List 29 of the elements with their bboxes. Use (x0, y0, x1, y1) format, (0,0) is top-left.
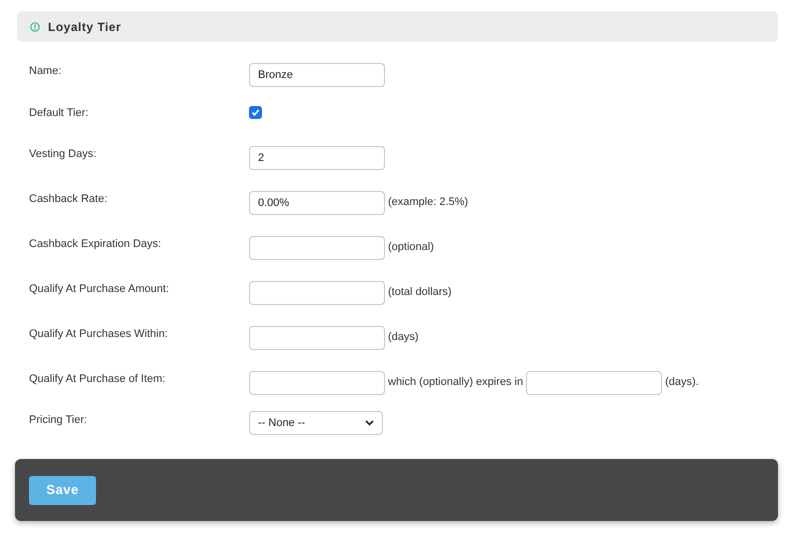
hint-text: (total dollars) (388, 285, 452, 300)
input-field[interactable] (249, 280, 385, 304)
field-label: Cashback Rate: (29, 192, 108, 208)
chevron-down-icon (365, 420, 374, 426)
hint-text: (optional) (388, 240, 434, 256)
input-field[interactable] (249, 236, 385, 260)
panel-title: Loyalty Tier (48, 18, 122, 36)
field-label: Qualify At Purchase of Item: (29, 372, 166, 388)
checkbox[interactable] (249, 106, 262, 118)
input-field[interactable] (249, 370, 385, 394)
field-label: Vesting Days: (29, 147, 98, 162)
input-field[interactable] (526, 370, 662, 394)
field-label: Cashback Expiration Days: (29, 237, 162, 252)
hint-text: which (optionally) expires in (388, 375, 524, 390)
input-field[interactable]: 0.00% (249, 190, 385, 214)
input-field[interactable]: 2 (249, 146, 385, 170)
input-field[interactable]: Bronze (249, 62, 385, 86)
check-icon (251, 108, 260, 116)
input-field[interactable] (249, 326, 385, 350)
field-label: Qualify At Purchase Amount: (29, 282, 170, 298)
info-icon (30, 22, 40, 32)
hint-text: (days). (665, 375, 699, 390)
field-label: Pricing Tier: (29, 412, 88, 428)
hint-text: (example: 2.5%) (388, 195, 468, 210)
field-label: Default Tier: (29, 106, 90, 121)
hint-text: (days) (388, 330, 419, 346)
select-dropdown[interactable]: -- None -- (249, 411, 383, 435)
field-label: Name: (29, 64, 62, 80)
field-label: Qualify At Purchases Within: (29, 327, 169, 342)
